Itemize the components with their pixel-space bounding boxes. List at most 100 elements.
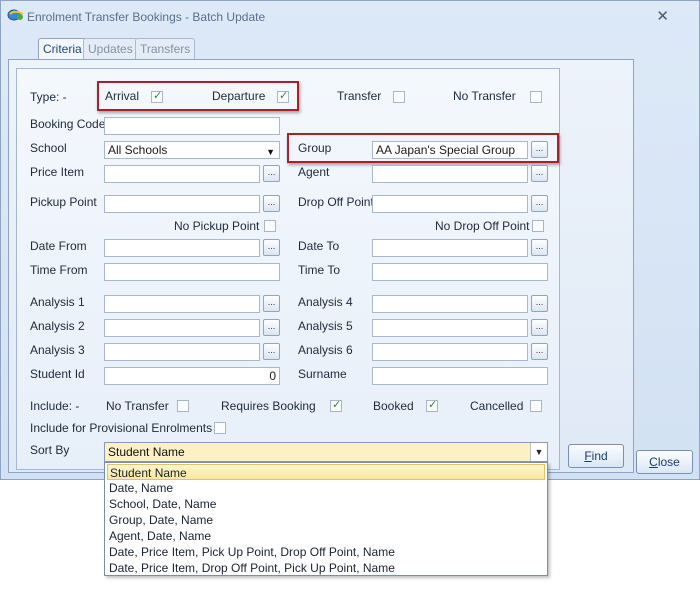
type-label: Type: - [30, 90, 67, 104]
sort-option-date-price-pickup-dropoff-name[interactable]: Date, Price Item, Pick Up Point, Drop Of… [107, 544, 545, 560]
date-from-input[interactable] [104, 239, 260, 257]
arrival-label: Arrival [105, 89, 140, 103]
booking-code-input[interactable] [104, 117, 280, 135]
date-to-picker-button[interactable]: ... [531, 239, 548, 256]
date-from-picker-button[interactable]: ... [263, 239, 280, 256]
no-transfer-label: No Transfer [453, 89, 516, 103]
sort-by-select[interactable]: Student Name ▼ [104, 442, 548, 462]
include-no-transfer-checkbox[interactable] [177, 400, 189, 412]
group-label: Group [298, 141, 332, 155]
analysis-5-input[interactable] [372, 319, 528, 337]
analysis-1-label: Analysis 1 [30, 295, 85, 309]
time-from-input[interactable] [104, 263, 280, 281]
no-drop-off-point-checkbox[interactable] [532, 220, 544, 232]
price-item-label: Price Item [30, 165, 85, 179]
departure-label: Departure [212, 89, 266, 103]
sort-option-student-name[interactable]: Student Name [107, 464, 545, 480]
drop-off-point-label: Drop Off Point [298, 195, 374, 209]
tab-transfers[interactable]: Transfers [135, 38, 196, 59]
sort-by-label: Sort By [30, 443, 70, 457]
no-pickup-point-checkbox[interactable] [264, 220, 276, 232]
analysis-4-label: Analysis 4 [298, 295, 353, 309]
chevron-down-icon[interactable]: ▼ [530, 443, 547, 461]
tab-updates[interactable]: Updates [83, 38, 138, 59]
school-select[interactable]: All Schools ▼ [104, 141, 280, 159]
provisional-enrolments-checkbox[interactable] [214, 422, 226, 434]
analysis-1-input[interactable] [104, 295, 260, 313]
analysis-6-label: Analysis 6 [298, 343, 353, 357]
agent-lookup-button[interactable]: ... [531, 165, 548, 182]
include-no-transfer-label: No Transfer [106, 399, 169, 413]
student-id-input[interactable] [104, 367, 280, 385]
surname-label: Surname [298, 367, 347, 381]
departure-checkbox[interactable]: ✓ [277, 90, 289, 103]
analysis-2-label: Analysis 2 [30, 319, 85, 333]
window-close-icon[interactable]: ✕ [656, 7, 669, 25]
sort-option-school-date-name[interactable]: School, Date, Name [107, 496, 545, 512]
analysis-5-lookup-button[interactable]: ... [531, 319, 548, 336]
group-lookup-button[interactable]: ... [531, 141, 548, 158]
include-label: Include: - [30, 399, 80, 413]
sort-option-date-name[interactable]: Date, Name [107, 480, 545, 496]
check-icon: ✓ [428, 399, 438, 411]
agent-input[interactable] [372, 165, 528, 183]
drop-off-point-input[interactable] [372, 195, 528, 213]
check-icon: ✓ [332, 399, 342, 411]
sort-option-group-date-name[interactable]: Group, Date, Name [107, 512, 545, 528]
no-transfer-checkbox[interactable] [530, 91, 542, 103]
find-button-label: ind [591, 449, 608, 463]
check-icon: ✓ [279, 90, 289, 102]
sort-option-date-price-dropoff-pickup-name[interactable]: Date, Price Item, Drop Off Point, Pick U… [107, 560, 545, 576]
provisional-enrolments-label: Include for Provisional Enrolments [30, 421, 213, 435]
close-button[interactable]: Close [636, 450, 693, 474]
cancelled-label: Cancelled [470, 399, 524, 413]
price-item-lookup-button[interactable]: ... [263, 165, 280, 182]
time-to-input[interactable] [372, 263, 548, 281]
title-bar: Enrolment Transfer Bookings - Batch Upda… [1, 1, 699, 31]
find-button[interactable]: Find [568, 444, 624, 468]
sort-by-selected-value: Student Name [108, 445, 185, 459]
analysis-3-label: Analysis 3 [30, 343, 85, 357]
student-id-label: Student Id [30, 367, 85, 381]
booked-checkbox[interactable]: ✓ [426, 399, 438, 412]
analysis-3-lookup-button[interactable]: ... [263, 343, 280, 360]
app-logo-icon [7, 9, 24, 21]
analysis-2-input[interactable] [104, 319, 260, 337]
transfer-label: Transfer [337, 89, 382, 103]
date-from-label: Date From [30, 239, 87, 253]
analysis-6-lookup-button[interactable]: ... [531, 343, 548, 360]
surname-input[interactable] [372, 367, 548, 385]
time-to-label: Time To [298, 263, 341, 277]
analysis-4-input[interactable] [372, 295, 528, 313]
tab-criteria[interactable]: Criteria [38, 38, 87, 60]
analysis-3-input[interactable] [104, 343, 260, 361]
close-access-key: C [649, 455, 658, 469]
booked-label: Booked [373, 399, 414, 413]
cancelled-checkbox[interactable] [530, 400, 542, 412]
analysis-4-lookup-button[interactable]: ... [531, 295, 548, 312]
find-access-key: F [584, 449, 592, 463]
agent-label: Agent [298, 165, 330, 179]
sort-option-agent-date-name[interactable]: Agent, Date, Name [107, 528, 545, 544]
analysis-5-label: Analysis 5 [298, 319, 353, 333]
requires-booking-checkbox[interactable]: ✓ [330, 399, 342, 412]
pickup-point-label: Pickup Point [30, 195, 97, 209]
pickup-point-input[interactable] [104, 195, 260, 213]
pickup-point-lookup-button[interactable]: ... [263, 195, 280, 212]
school-selected-value: All Schools [108, 143, 168, 157]
group-input[interactable] [372, 141, 528, 159]
date-to-label: Date To [298, 239, 340, 253]
drop-off-point-lookup-button[interactable]: ... [531, 195, 548, 212]
date-to-input[interactable] [372, 239, 528, 257]
analysis-1-lookup-button[interactable]: ... [263, 295, 280, 312]
price-item-input[interactable] [104, 165, 260, 183]
no-drop-off-point-label: No Drop Off Point [435, 219, 530, 233]
analysis-6-input[interactable] [372, 343, 528, 361]
check-icon: ✓ [153, 90, 163, 102]
school-label: School [30, 141, 67, 155]
chevron-down-icon[interactable]: ▼ [266, 144, 275, 160]
analysis-2-lookup-button[interactable]: ... [263, 319, 280, 336]
arrival-checkbox[interactable]: ✓ [151, 90, 163, 103]
requires-booking-label: Requires Booking [221, 399, 316, 413]
transfer-checkbox[interactable] [393, 91, 405, 103]
